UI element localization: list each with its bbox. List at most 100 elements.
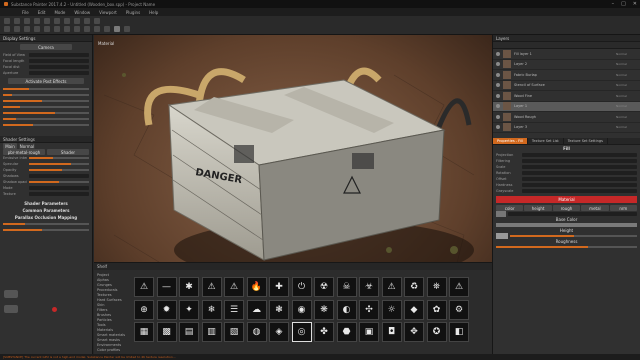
common-parameters-heading[interactable]: Common Parameters	[0, 207, 92, 214]
menu-help[interactable]: Help	[149, 10, 158, 15]
property-field[interactable]	[522, 171, 637, 175]
brush-tool-icon[interactable]	[4, 18, 10, 24]
alpha-tile[interactable]: ✣	[359, 299, 379, 320]
alpha-tile[interactable]: ▣	[359, 322, 379, 342]
visibility-eye-icon[interactable]	[496, 114, 500, 119]
material-field[interactable]	[508, 212, 637, 216]
jitter-icon[interactable]	[84, 26, 90, 32]
alignment-icon[interactable]	[104, 26, 110, 32]
alpha-tile[interactable]: ♻	[404, 277, 424, 297]
dropdown-icon[interactable]	[124, 26, 130, 32]
channel-nrm-button[interactable]: nrm	[609, 205, 638, 211]
lazy-mouse-icon[interactable]	[44, 26, 50, 32]
layer-row[interactable]: Wood Rough Normal	[493, 112, 640, 123]
viewport-thumbnail[interactable]	[4, 305, 18, 313]
height-thumbnail[interactable]	[496, 233, 508, 239]
camera-button[interactable]: Camera	[20, 44, 72, 50]
field-input[interactable]	[29, 65, 89, 69]
menu-edit[interactable]: Edit	[38, 10, 46, 15]
height-slider[interactable]	[510, 235, 637, 237]
visibility-eye-icon[interactable]	[496, 125, 500, 130]
alpha-tile[interactable]: ❋	[314, 299, 334, 320]
material-mode-button[interactable]: Material	[496, 196, 637, 203]
tab-texture-set-settings[interactable]: Texture Set Settings	[564, 138, 608, 144]
shader-parameters-heading[interactable]: Shader Parameters	[0, 200, 92, 207]
wrap-mode-icon[interactable]	[114, 26, 120, 32]
alpha-tile[interactable]: ▧	[224, 322, 244, 342]
layer-blend-mode[interactable]: Normal	[616, 52, 640, 56]
smudge-tool-icon[interactable]	[44, 18, 50, 24]
minimize-button[interactable]: –	[612, 1, 615, 7]
alpha-tile[interactable]: ◧	[449, 322, 469, 342]
alpha-tile[interactable]: ◎	[291, 322, 312, 342]
visibility-eye-icon[interactable]	[496, 104, 500, 109]
alpha-tile[interactable]: ◘	[381, 322, 402, 342]
param-field[interactable]	[29, 174, 89, 178]
layer-blend-mode[interactable]: Normal	[616, 73, 640, 77]
visibility-eye-icon[interactable]	[496, 83, 500, 88]
alpha-tile[interactable]: ◈	[269, 322, 289, 342]
effect-slider[interactable]	[0, 122, 92, 128]
projection-tool-icon[interactable]	[24, 18, 30, 24]
layer-blend-mode[interactable]: Normal	[616, 62, 640, 66]
shelf-category[interactable]: Color profiles	[97, 348, 129, 353]
alpha-tile[interactable]: ◆	[404, 299, 424, 320]
field-input[interactable]	[29, 53, 89, 57]
base-color-swatch[interactable]	[496, 223, 637, 227]
backface-icon[interactable]	[94, 26, 100, 32]
menu-plugins[interactable]: Plugins	[126, 10, 140, 15]
size-icon[interactable]	[4, 26, 10, 32]
polygon-fill-icon[interactable]	[34, 18, 40, 24]
visibility-eye-icon[interactable]	[496, 51, 500, 56]
alpha-tile[interactable]: —	[156, 277, 177, 297]
property-field[interactable]	[522, 153, 637, 157]
alpha-tile[interactable]: ▤	[179, 322, 199, 342]
alpha-tile[interactable]: ☠	[336, 277, 357, 297]
alpha-tile[interactable]: ◐	[336, 299, 357, 320]
alpha-tile[interactable]: ✹	[156, 299, 177, 320]
property-field[interactable]	[522, 183, 637, 187]
menu-mode[interactable]: Mode	[54, 10, 65, 15]
param-field[interactable]	[29, 192, 89, 196]
spacing-icon[interactable]	[34, 26, 40, 32]
alpha-tile[interactable]: ☢	[314, 277, 334, 297]
post-effects-button[interactable]: Activate Post Effects	[8, 78, 84, 84]
opacity-icon[interactable]	[24, 26, 30, 32]
pressure-icon[interactable]	[54, 26, 60, 32]
alpha-tile[interactable]: 🔥	[246, 277, 267, 297]
channel-height-button[interactable]: height	[524, 205, 552, 211]
follow-path-icon[interactable]	[74, 26, 80, 32]
alpha-tile[interactable]: ⚠	[201, 277, 222, 297]
layer-row[interactable]: Fabric Burlap Normal	[493, 70, 640, 81]
param-field[interactable]	[29, 186, 89, 190]
alpha-tile[interactable]: ⚠	[381, 277, 402, 297]
property-field[interactable]	[522, 165, 637, 169]
visibility-eye-icon[interactable]	[496, 72, 500, 77]
visibility-eye-icon[interactable]	[496, 62, 500, 67]
clone-tool-icon[interactable]	[54, 18, 60, 24]
camera-icon[interactable]	[84, 18, 90, 24]
eraser-tool-icon[interactable]	[14, 18, 20, 24]
alpha-tile[interactable]: ◍	[246, 322, 267, 342]
channel-metal-button[interactable]: metal	[581, 205, 609, 211]
material-thumbnail[interactable]	[496, 211, 506, 217]
tab-properties-fill[interactable]: Properties - Fill	[493, 138, 528, 144]
property-field[interactable]	[522, 189, 637, 193]
alpha-tile[interactable]: ✿	[426, 299, 447, 320]
layer-blend-mode[interactable]: Normal	[616, 125, 640, 129]
alpha-tile[interactable]: ✪	[426, 322, 447, 342]
alpha-tile[interactable]: ⚠	[449, 277, 469, 297]
layer-blend-mode[interactable]: Normal	[616, 115, 640, 119]
maximize-button[interactable]: □	[621, 1, 626, 7]
visibility-eye-icon[interactable]	[496, 93, 500, 98]
menu-viewport[interactable]: Viewport	[99, 10, 117, 15]
alpha-tile[interactable]: ❃	[269, 299, 289, 320]
alpha-tile[interactable]: ⚠	[134, 277, 154, 297]
shader-preset-button[interactable]: pbr-metal-rough	[3, 149, 45, 155]
alpha-tile[interactable]: ✥	[404, 322, 424, 342]
alpha-tile[interactable]: ✦	[179, 299, 199, 320]
alpha-tile[interactable]: ⚙	[449, 299, 469, 320]
layer-blend-mode[interactable]: Normal	[616, 83, 640, 87]
menu-window[interactable]: Window	[74, 10, 90, 15]
layer-row[interactable]: Wood Fine Normal	[493, 91, 640, 102]
